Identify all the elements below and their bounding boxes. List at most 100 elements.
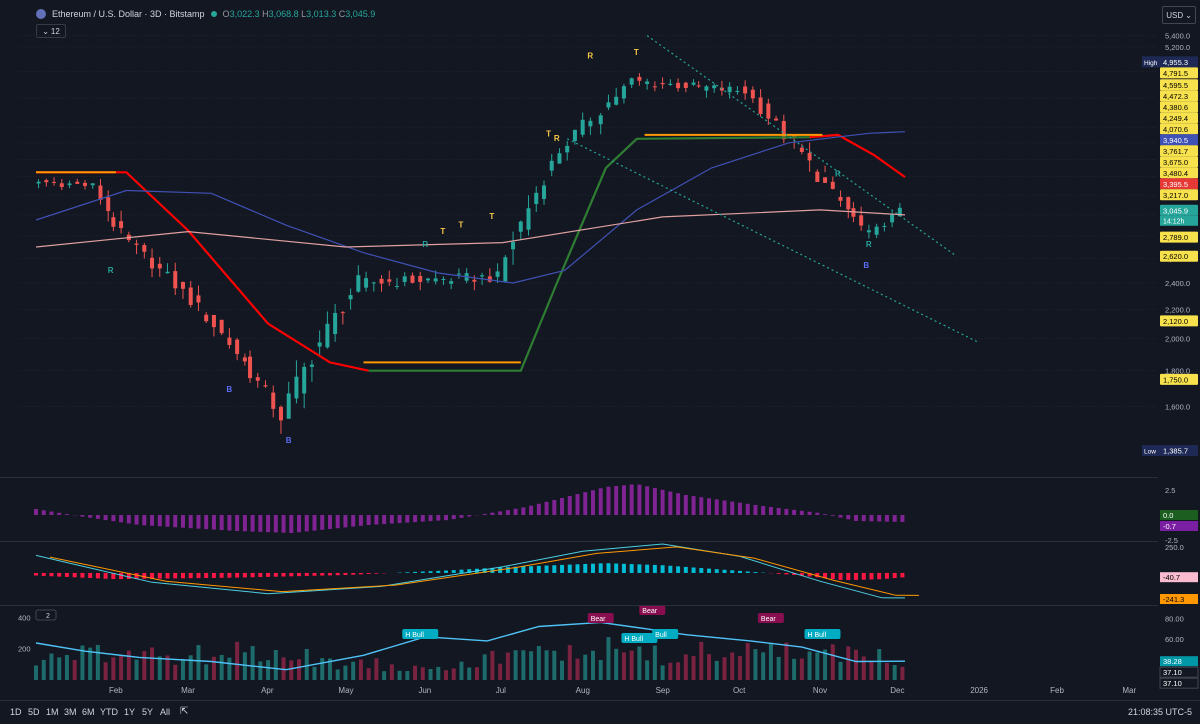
timeframe-button[interactable]: 1Y <box>124 707 135 717</box>
volume-bar <box>730 652 734 680</box>
volume-bar <box>483 654 487 680</box>
oscillator-bar <box>521 507 525 515</box>
oscillator-bar <box>96 515 100 519</box>
price-label: 1,385.7 <box>1163 447 1188 456</box>
volume-bar <box>630 651 634 680</box>
oscillator-bar <box>591 490 595 515</box>
pane-divider[interactable] <box>0 605 1158 606</box>
timeframe-button[interactable]: 6M <box>82 707 95 717</box>
price-label-box <box>1160 145 1198 156</box>
divergence-badge <box>402 629 438 639</box>
timeframe-button[interactable]: 5Y <box>142 707 153 717</box>
rsi-value: 38.28 <box>1163 657 1182 666</box>
symbol-title[interactable]: Ethereum / U.S. Dollar · 3D · Bitstamp <box>52 9 205 19</box>
volume-bar <box>65 655 69 680</box>
divergence-badge <box>588 613 614 623</box>
countdown-box <box>1160 216 1198 226</box>
candle-body <box>735 91 739 92</box>
tsi-bar <box>196 573 200 578</box>
price-label-box <box>1160 112 1198 123</box>
tsi-bar <box>367 573 371 574</box>
tsi-bar <box>444 570 448 572</box>
candle-body <box>44 180 48 182</box>
price-tick: 2,800.0 <box>1165 232 1190 241</box>
timeframe-button[interactable]: 1D <box>10 707 22 717</box>
volume-bar <box>127 651 131 680</box>
oscillator-bar <box>808 512 812 515</box>
volume-bar <box>475 667 479 680</box>
oscillator-bar <box>220 515 224 530</box>
tsi-bar <box>212 573 216 578</box>
timeframe-button[interactable]: All <box>160 707 170 717</box>
oscillator-bar <box>668 492 672 515</box>
indicator-collapse-button[interactable]: ⌄ 12 <box>36 24 66 38</box>
oscillator-bar <box>398 515 402 523</box>
candle-body <box>875 227 879 235</box>
oscillator-bar <box>436 515 440 521</box>
pane-index-box <box>36 610 56 620</box>
candle-body <box>60 183 64 187</box>
tsi-bar <box>784 573 788 574</box>
candle-body <box>815 172 819 182</box>
oscillator-bar <box>823 514 827 515</box>
tsi-tick: 250.0 <box>1165 543 1184 552</box>
candle-body <box>52 182 56 183</box>
tsi-bar <box>258 573 262 577</box>
volume-bar <box>560 661 564 680</box>
volume-bar <box>243 652 247 680</box>
signal-label: T <box>489 212 494 221</box>
timeframe-button[interactable]: 1M <box>46 707 59 717</box>
currency-selector[interactable]: USD ⌄ <box>1162 6 1196 24</box>
volume-bar <box>343 666 347 680</box>
oscillator-bar <box>42 510 46 515</box>
candle-body <box>606 102 610 107</box>
oscillator-bar <box>738 503 742 515</box>
tsi-bar <box>282 573 286 577</box>
candle-body <box>599 115 603 124</box>
price-tick: 2,600.0 <box>1165 255 1190 264</box>
candle-body <box>212 315 216 327</box>
volume-bar <box>823 650 827 680</box>
ma-short-line <box>36 172 369 370</box>
candle-body <box>668 84 672 85</box>
tsi-bar <box>630 564 634 573</box>
candle-body <box>106 197 110 211</box>
time-tick: Mar <box>1122 686 1136 695</box>
oscillator-bar <box>336 515 340 528</box>
timeframe-button[interactable]: YTD <box>100 707 118 717</box>
tsi-bar <box>831 573 835 579</box>
candle-body <box>441 279 445 280</box>
price-label: 2,620.0 <box>1163 252 1188 261</box>
channel_lower-line <box>567 139 977 342</box>
volume-bar <box>57 657 61 680</box>
volume-bar <box>661 665 665 680</box>
volume-bar <box>312 667 316 680</box>
time-tick: Jul <box>496 686 506 695</box>
price-label: 4,472.3 <box>1163 92 1188 101</box>
price-tick: 3,000.0 <box>1165 211 1190 220</box>
candle-body <box>418 276 422 282</box>
rsi-tick: 80.00 <box>1165 614 1184 623</box>
candle-body <box>98 186 102 200</box>
time-tick: 2026 <box>970 686 988 695</box>
timeframe-button[interactable]: 3M <box>64 707 77 717</box>
candle-body <box>808 153 812 160</box>
time-tick: Apr <box>261 686 274 695</box>
candle-body <box>325 324 329 348</box>
price-chart[interactable]: 5,400.05,200.04,800.04,400.04,000.03,800… <box>0 0 1200 723</box>
clock[interactable]: 21:08:35 UTC-5 <box>1128 707 1192 717</box>
oscillator-bar <box>885 515 889 522</box>
oscillator-bar <box>374 515 378 525</box>
candle-body <box>692 83 696 85</box>
timeframe-button[interactable]: 5D <box>28 707 40 717</box>
pane-divider[interactable] <box>0 477 1158 478</box>
oscillator-bar <box>212 515 216 530</box>
pane-divider[interactable] <box>0 541 1158 542</box>
tsi-bar <box>614 564 618 573</box>
candle-body <box>630 78 634 84</box>
oscillator-bar <box>367 515 371 525</box>
volume-bar <box>738 656 742 680</box>
date-range-icon[interactable]: ⇱ <box>180 706 188 717</box>
candle-body <box>256 377 260 381</box>
tsi-bar <box>34 573 38 576</box>
